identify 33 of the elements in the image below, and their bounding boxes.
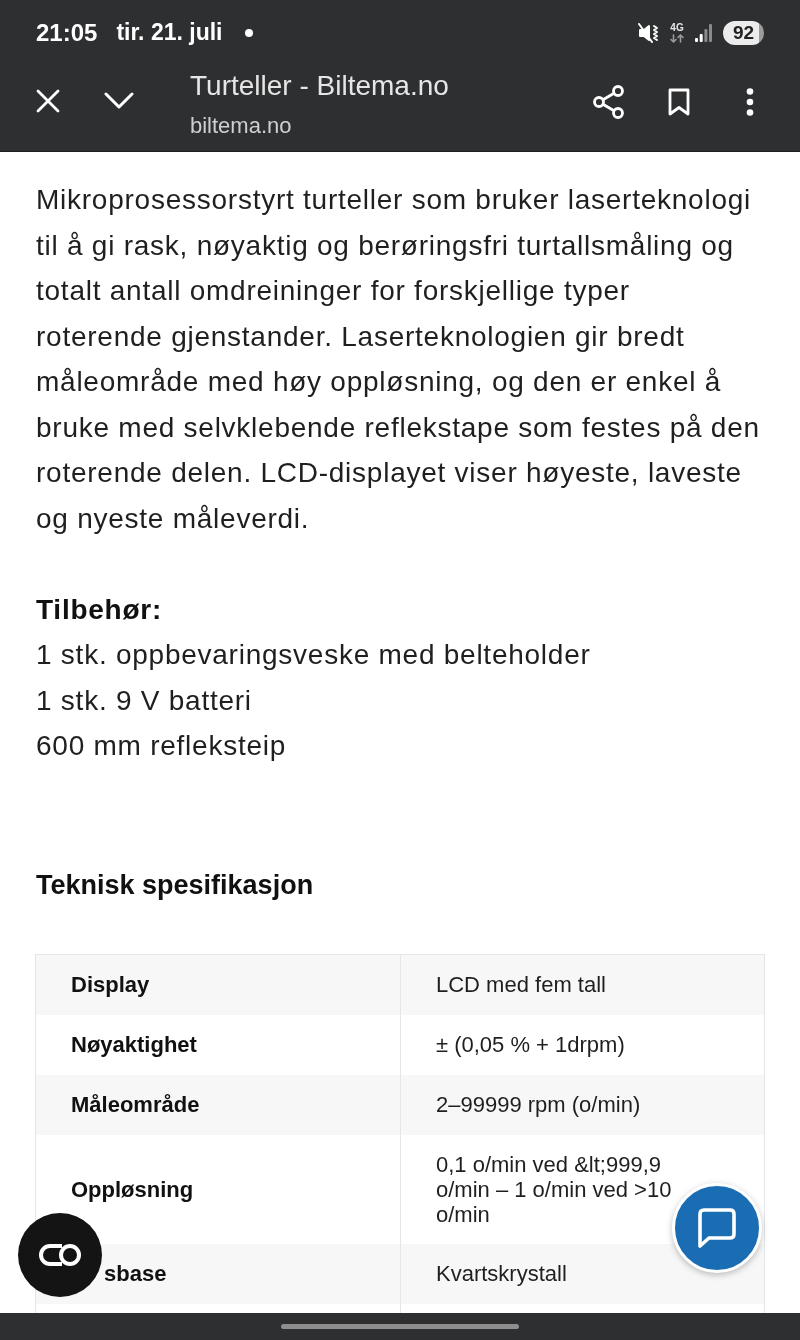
share-icon[interactable] — [593, 85, 625, 119]
chat-bubble-icon — [695, 1206, 739, 1250]
accessory-item: 600 mm refleksteip — [36, 729, 288, 763]
bookmark-icon[interactable] — [668, 88, 690, 116]
spec-value: Kvartskrystall — [436, 1261, 567, 1286]
spec-label: Nøyaktighet — [71, 1032, 197, 1057]
spec-label: Oppløsning — [71, 1176, 194, 1202]
accessory-item: 1 stk. 9 V batteri — [36, 683, 253, 718]
data-arrows-icon — [670, 33, 684, 43]
notification-dot-icon — [244, 28, 253, 37]
spec-label: sbase — [104, 1261, 167, 1286]
muted-speaker-icon — [638, 22, 660, 43]
loop-shape-icon — [38, 1243, 82, 1267]
product-description: Mikroprosessorstyrt turteller som bruker laserteknologi til å gi rask, nøyaktig og berøringsfri turtallsmåling og totalt antall omdreininger for forskjellige typer roterende gjenstander. Laserteknologien gir bredt måleområde med høy oppløsning, og den er enkel å bruke med selvklebende reflekstape som festes på den roterende delen. LCD-displayet viser høyeste, laveste og nyeste måleverdi. — [36, 183, 761, 536]
spec-value: ± (0,05 % + 1drpm) — [436, 1032, 625, 1057]
signal-bars-icon — [695, 23, 712, 42]
spec-value: 0,1 o/min ved &lt;999,9 o/min – 1 o/min ved >10 o/min — [436, 1151, 673, 1227]
accessories-heading: Tilbehør: — [36, 592, 163, 627]
close-icon[interactable] — [35, 88, 61, 114]
more-icon[interactable] — [746, 88, 754, 116]
spec-label: Display — [71, 972, 150, 997]
spec-value: LCD med fem tall — [436, 972, 606, 997]
spec-value: 2–99999 rpm (o/min) — [436, 1092, 641, 1117]
clock-time: 21:05 — [36, 18, 98, 47]
accessory-item: 1 stk. oppbevaringsveske med belteholder — [36, 638, 592, 672]
page-url: biltema.no — [190, 112, 293, 140]
status-date: tir. 21. juli — [116, 19, 223, 46]
spec-label: Måleområde — [71, 1092, 200, 1117]
battery-level: 92 — [723, 20, 764, 45]
specs-heading: Teknisk spesifikasjon — [36, 868, 315, 902]
chevron-down-icon[interactable] — [104, 92, 134, 110]
network-type: 4G — [670, 22, 684, 33]
page-title: Turteller - Biltema.no — [190, 69, 449, 103]
